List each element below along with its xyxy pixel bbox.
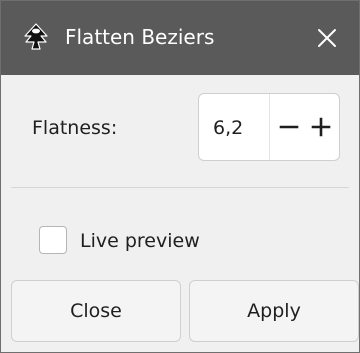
dialog-title: Flatten Beziers xyxy=(65,25,215,49)
apply-button[interactable]: Apply xyxy=(189,280,359,342)
spinbox-divider xyxy=(269,94,270,160)
minus-icon[interactable] xyxy=(273,94,305,160)
section-divider xyxy=(11,187,349,188)
plus-icon[interactable] xyxy=(305,94,337,160)
inkscape-logo-icon xyxy=(22,23,50,51)
live-preview-label[interactable]: Live preview xyxy=(80,228,200,254)
close-icon[interactable] xyxy=(295,1,359,75)
flatness-label: Flatness: xyxy=(32,117,118,139)
close-button[interactable]: Close xyxy=(11,280,181,342)
flatness-value[interactable]: 6,2 xyxy=(213,115,243,141)
flatness-spinbox: 6,2 xyxy=(198,93,340,161)
title-bar[interactable]: Flatten Beziers xyxy=(1,1,359,75)
flatten-beziers-dialog: Flatten Beziers Flatness: 6,2 Live previ… xyxy=(0,0,360,353)
live-preview-checkbox[interactable] xyxy=(39,226,67,254)
